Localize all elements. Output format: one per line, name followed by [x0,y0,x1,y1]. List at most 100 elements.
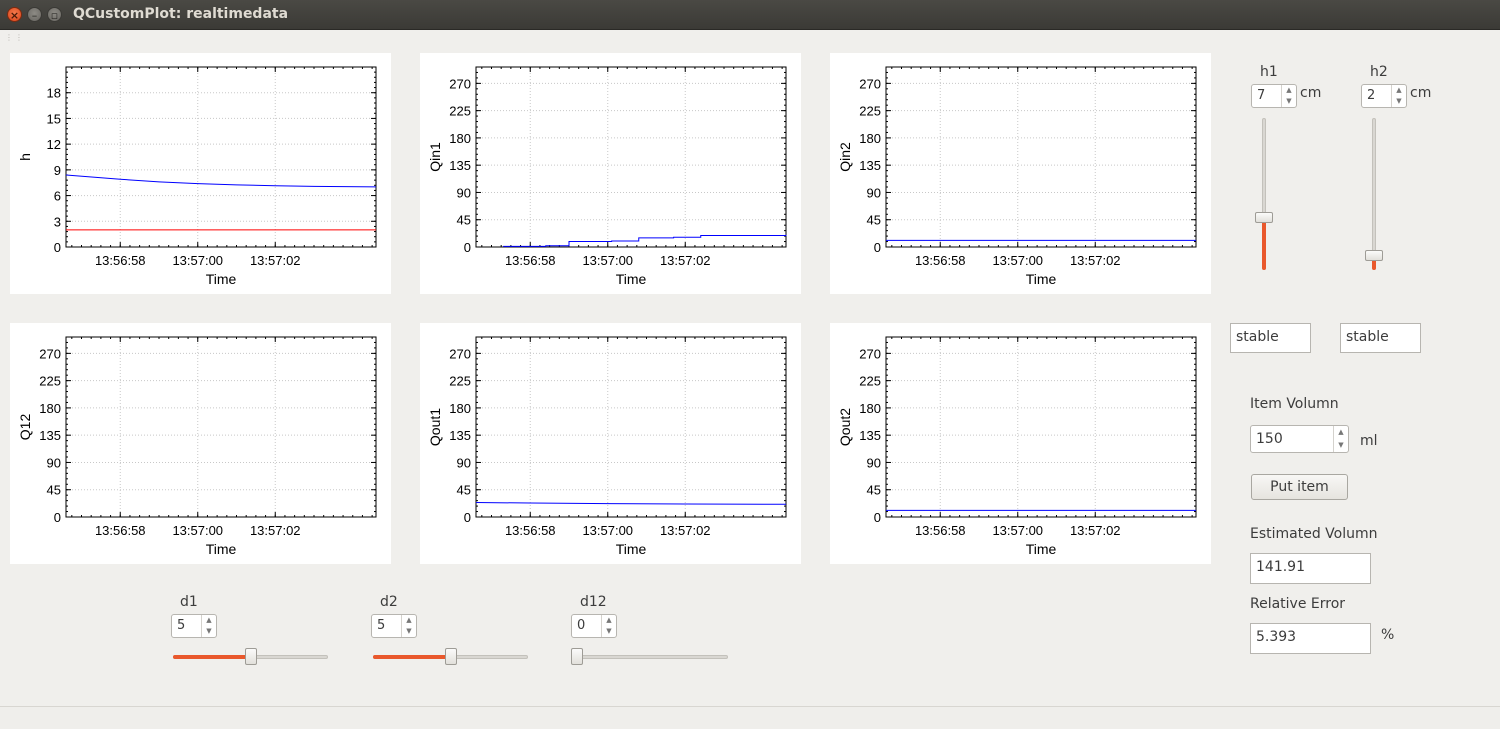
y-tick-label: 3 [54,214,61,229]
maximize-window-button[interactable]: ▫ [47,7,62,22]
h2-slider-handle[interactable] [1365,249,1383,261]
y-tick-label: 18 [47,86,61,101]
y-tick-label: 45 [457,483,471,498]
y-tick-label: 270 [39,346,61,361]
y-axis-label: Qin2 [837,142,853,172]
d2-down-arrow-icon[interactable]: ▼ [402,626,416,637]
y-tick-label: 180 [859,401,881,416]
y-tick-label: 225 [39,374,61,389]
d12-spinbox[interactable]: 0 ▲ ▼ [571,614,617,638]
item-volume-down-arrow-icon[interactable]: ▼ [1334,439,1348,452]
d1-up-arrow-icon[interactable]: ▲ [202,615,216,626]
status-field-2: stable [1340,323,1421,353]
h2-label: h2 [1370,64,1388,80]
x-tick-label: 13:56:58 [95,523,146,538]
x-tick-label: 13:57:00 [582,523,633,538]
x-tick-label: 13:57:00 [992,253,1043,268]
y-tick-label: 270 [859,76,881,91]
h2-up-arrow-icon[interactable]: ▲ [1392,85,1406,96]
d1-spinbox[interactable]: 5 ▲ ▼ [171,614,217,638]
x-tick-label: 13:57:02 [250,253,301,268]
x-tick-label: 13:57:00 [172,523,223,538]
d2-up-arrow-icon[interactable]: ▲ [402,615,416,626]
h2-value: 2 [1367,88,1376,103]
d1-slider-fill [173,655,251,659]
d2-slider-fill [373,655,451,659]
minimize-window-button[interactable]: – [27,7,42,22]
h1-spinbox[interactable]: 7 ▲ ▼ [1251,84,1297,108]
d12-label: d12 [580,594,607,610]
axis-frame [475,66,787,248]
d12-slider[interactable] [573,655,728,659]
h1-slider-handle[interactable] [1255,211,1273,223]
y-tick-label: 0 [54,240,61,255]
h1-slider-fill [1262,216,1266,270]
axis-frame [885,66,1197,248]
window-title: QCustomPlot: realtimedata [73,6,289,22]
series-line-0 [503,234,787,247]
y-tick-label: 180 [449,131,471,146]
h2-slider[interactable] [1372,118,1376,270]
d2-slider-handle[interactable] [444,648,457,665]
plot-qout2[interactable]: 13:56:58 13:57:00 13:57:02 0 45 90 135 180 225 27… [830,323,1211,564]
d12-up-arrow-icon[interactable]: ▲ [602,615,616,626]
d1-slider-handle[interactable] [244,648,257,665]
y-tick-label: 0 [874,240,881,255]
y-tick-label: 0 [464,510,471,525]
x-axis-label: Time [1026,541,1057,557]
d2-value: 5 [377,618,386,633]
relative-error-field: 5.393 [1250,623,1371,654]
x-tick-label: 13:56:58 [915,523,966,538]
h2-down-arrow-icon[interactable]: ▼ [1392,96,1406,107]
y-tick-label: 45 [457,213,471,228]
h1-down-arrow-icon[interactable]: ▼ [1282,96,1296,107]
estimated-volume-field: 141.91 [1250,553,1371,584]
put-item-button[interactable]: Put item [1251,474,1348,500]
plot-q12[interactable]: 13:56:58 13:57:00 13:57:02 0 45 90 135 180 225 27… [10,323,391,564]
y-tick-label: 135 [449,428,471,443]
x-tick-label: 13:57:02 [250,523,301,538]
item-volume-up-arrow-icon[interactable]: ▲ [1334,426,1348,439]
item-volume-label: Item Volumn [1250,396,1339,412]
d2-spinbox[interactable]: 5 ▲ ▼ [371,614,417,638]
d12-down-arrow-icon[interactable]: ▼ [602,626,616,637]
d2-label: d2 [380,594,398,610]
y-axis-label: Qout2 [837,408,853,446]
x-tick-label: 13:56:58 [505,523,556,538]
h1-up-arrow-icon[interactable]: ▲ [1282,85,1296,96]
y-tick-label: 0 [464,240,471,255]
x-tick-label: 13:57:00 [992,523,1043,538]
x-tick-label: 13:57:00 [582,253,633,268]
y-tick-label: 90 [867,185,881,200]
y-tick-label: 135 [859,158,881,173]
y-axis-label: Q12 [17,414,33,441]
plot-h[interactable]: 13:56:58 13:57:00 13:57:02 0 3 6 9 12 15 18 Time h [10,53,391,294]
y-tick-label: 15 [47,111,61,126]
x-axis-label: Time [206,541,237,557]
x-tick-label: 13:57:02 [1070,523,1121,538]
y-tick-label: 90 [457,185,471,200]
axis-frame [475,336,787,518]
x-axis-label: Time [1026,271,1057,287]
axis-frame [65,336,377,518]
axis-frame [65,66,377,248]
plot-qout1[interactable]: 13:56:58 13:57:00 13:57:02 0 45 90 135 180 225 27… [420,323,801,564]
plot-qin1[interactable]: 13:56:58 13:57:00 13:57:02 0 45 90 135 180 225 27… [420,53,801,294]
y-tick-label: 45 [47,483,61,498]
x-axis-label: Time [206,271,237,287]
d1-label: d1 [180,594,198,610]
x-tick-label: 13:56:58 [915,253,966,268]
y-tick-label: 135 [859,428,881,443]
close-window-button[interactable]: × [7,7,22,22]
d12-slider-handle[interactable] [571,648,583,665]
toolbar-grip[interactable]: ⋮⋮ [5,33,25,42]
h1-unit: cm [1300,85,1322,101]
d1-down-arrow-icon[interactable]: ▼ [202,626,216,637]
series-line-0 [65,174,377,188]
y-tick-label: 225 [859,374,881,389]
h2-spinbox[interactable]: 2 ▲ ▼ [1361,84,1407,108]
x-axis-label: Time [616,271,647,287]
y-tick-label: 45 [867,483,881,498]
plot-qin2[interactable]: 13:56:58 13:57:00 13:57:02 0 45 90 135 180 225 27… [830,53,1211,294]
item-volume-spinbox[interactable]: 150 ▲ ▼ [1250,425,1349,453]
